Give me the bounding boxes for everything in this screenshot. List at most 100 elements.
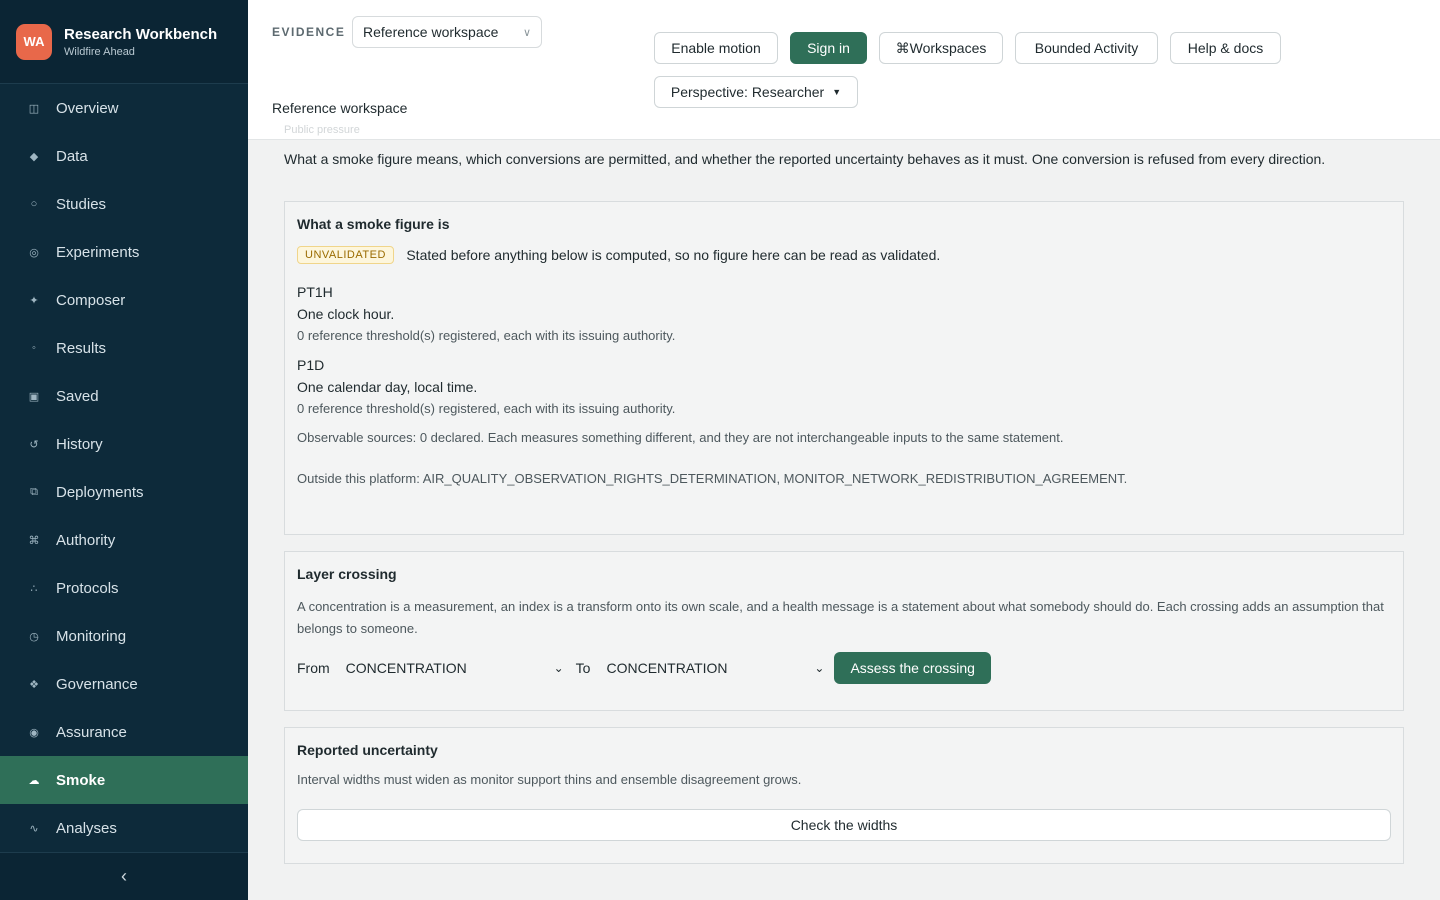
sidebar-item-label: Governance [56, 675, 138, 693]
target-icon: ◎ [29, 246, 39, 259]
sidebar-item-label: Monitoring [56, 627, 127, 645]
to-layer-select[interactable]: CONCENTRATION ⌄ [606, 660, 824, 676]
smoke-figure-card: What a smoke figure is UNVALIDATED State… [284, 201, 1404, 535]
sidebar-item-label: Data [56, 147, 88, 165]
collapse-sidebar-button[interactable]: ‹ [0, 852, 248, 900]
layer-description: A concentration is a measurement, an ind… [297, 599, 1384, 636]
bookmark-icon: ▣ [28, 390, 40, 403]
sidebar-item-composer[interactable]: ✦ Composer [0, 276, 248, 324]
outside-platform: Outside this platform: AIR_QUALITY_OBSER… [297, 471, 1128, 487]
perspective-label: Perspective: Researcher [670, 84, 825, 100]
sidebar-item-label: Assurance [56, 723, 127, 741]
from-label: From [297, 660, 330, 676]
sidebar-item-analyses[interactable]: ∿ Analyses [0, 804, 248, 852]
cloud-icon: ☁ [28, 774, 40, 787]
check-widths-button[interactable]: Check the widths [297, 809, 1391, 841]
workspace-select[interactable]: Reference workspace ∨ [352, 16, 542, 48]
sparkle-icon: ✦ [29, 294, 39, 307]
caret-down-icon: ▼ [832, 87, 842, 97]
sidebar-item-label: Saved [56, 387, 99, 405]
sidebar-item-label: Studies [56, 195, 107, 213]
small-circle-icon: ◦ [32, 342, 36, 354]
sidebar-item-label: Composer [56, 291, 126, 309]
definition-pt1h: PT1H One clock hour. 0 reference thresho… [297, 284, 1391, 343]
sidebar-item-experiments[interactable]: ◎ Experiments [0, 228, 248, 276]
sidebar-item-protocols[interactable]: ∴ Protocols [0, 564, 248, 612]
sidebar-item-governance[interactable]: ❖ Governance [0, 660, 248, 708]
history-icon: ↺ [29, 438, 39, 451]
sidebar-item-history[interactable]: ↺ History [0, 420, 248, 468]
status-badge: UNVALIDATED [297, 246, 394, 264]
definition-p1d: P1D One calendar day, local time. 0 refe… [297, 357, 1391, 416]
workspaces-button[interactable]: ⌘Workspaces [879, 32, 1003, 64]
sidebar-nav: ◫ Overview ◆ Data ○ Studies ◎ Experiments ✦ Compo… [0, 84, 248, 852]
sidebar-item-label: Protocols [56, 579, 119, 597]
help-docs-button[interactable]: Help & docs [1170, 32, 1281, 64]
definition-note: 0 reference threshold(s) registered, eac… [297, 328, 676, 344]
observable-sources: Observable sources: 0 declared. Each mea… [297, 430, 1064, 446]
chevron-down-icon: ⌄ [814, 661, 825, 675]
sidebar-item-results[interactable]: ◦ Results [0, 324, 248, 372]
sidebar-item-label: Analyses [56, 819, 117, 837]
chevron-down-icon: ⌄ [553, 661, 564, 675]
sidebar-item-overview[interactable]: ◫ Overview [0, 84, 248, 132]
sidebar-item-studies[interactable]: ○ Studies [0, 180, 248, 228]
workspace-select-value: Reference workspace [363, 24, 499, 40]
to-layer-value: CONCENTRATION [606, 660, 728, 676]
layer-crossing-card: Layer crossing A concentration is a meas… [284, 551, 1404, 711]
top-bar: EVIDENCE Reference workspace ∨ Reference… [248, 0, 1440, 140]
bounded-activity-button[interactable]: Bounded Activity [1015, 32, 1158, 64]
main-content: What a smoke figure means, which convers… [248, 141, 1440, 900]
from-layer-value: CONCENTRATION [345, 660, 467, 676]
sidebar-item-label: Experiments [56, 243, 140, 261]
definition-code: PT1H [297, 284, 333, 301]
reported-uncertainty-card: Reported uncertainty Interval widths mus… [284, 727, 1404, 864]
chevron-down-icon: ∨ [522, 26, 531, 39]
sidebar-item-label: History [56, 435, 103, 453]
brand-logo: WA [16, 23, 52, 60]
brand: WA Research Workbench Wildfire Ahead [0, 0, 248, 84]
definition-title: One clock hour. [297, 306, 395, 323]
deploy-icon: ⧉ [30, 485, 38, 498]
definition-title: One calendar day, local time. [297, 379, 478, 396]
workspace-caption: Reference workspace [272, 100, 408, 116]
app-title: Research Workbench [64, 25, 218, 43]
sidebar-item-assurance[interactable]: ◉ Assurance [0, 708, 248, 756]
sidebar-item-monitoring[interactable]: ◷ Monitoring [0, 612, 248, 660]
sidebar-item-label: Overview [56, 99, 119, 117]
authority-icon: ⌘ [28, 534, 40, 547]
assurance-icon: ◉ [29, 726, 39, 739]
chevron-left-icon: ‹ [121, 866, 127, 886]
sidebar-item-label: Smoke [56, 771, 106, 789]
grid-icon: ◫ [28, 102, 40, 115]
sidebar-item-label: Results [56, 339, 107, 357]
evidence-label: EVIDENCE [272, 25, 346, 39]
governance-icon: ❖ [29, 678, 39, 691]
sidebar-item-authority[interactable]: ⌘ Authority [0, 516, 248, 564]
sidebar-item-deployments[interactable]: ⧉ Deployments [0, 468, 248, 516]
assess-crossing-button[interactable]: Assess the crossing [834, 652, 991, 684]
enable-motion-button[interactable]: Enable motion [654, 32, 778, 64]
to-label: To [575, 660, 591, 676]
diamond-icon: ◆ [29, 150, 39, 163]
definition-code: P1D [297, 357, 325, 374]
page-intro: What a smoke figure means, which convers… [284, 151, 1326, 167]
circle-icon: ○ [30, 198, 38, 210]
sidebar-item-label: Deployments [56, 483, 144, 501]
protocols-icon: ∴ [30, 582, 38, 595]
sidebar-item-smoke[interactable]: ☁ Smoke [0, 756, 248, 804]
badge-description: Stated before anything below is computed… [406, 247, 941, 263]
sidebar-item-data[interactable]: ◆ Data [0, 132, 248, 180]
monitor-icon: ◷ [29, 630, 39, 643]
faded-text: Public pressure [284, 124, 360, 136]
sidebar: WA Research Workbench Wildfire Ahead ◫ Ov… [0, 0, 248, 900]
from-layer-select[interactable]: CONCENTRATION ⌄ [346, 660, 564, 676]
card-title: Reported uncertainty [297, 742, 438, 758]
definition-note: 0 reference threshold(s) registered, eac… [297, 401, 676, 417]
card-title: Layer crossing [297, 566, 397, 582]
perspective-select[interactable]: Perspective: Researcher ▼ [654, 76, 858, 108]
sidebar-item-saved[interactable]: ▣ Saved [0, 372, 248, 420]
sign-in-button[interactable]: Sign in [790, 32, 867, 64]
wave-icon: ∿ [29, 822, 39, 835]
uncertainty-description: Interval widths must widen as monitor su… [297, 772, 802, 787]
